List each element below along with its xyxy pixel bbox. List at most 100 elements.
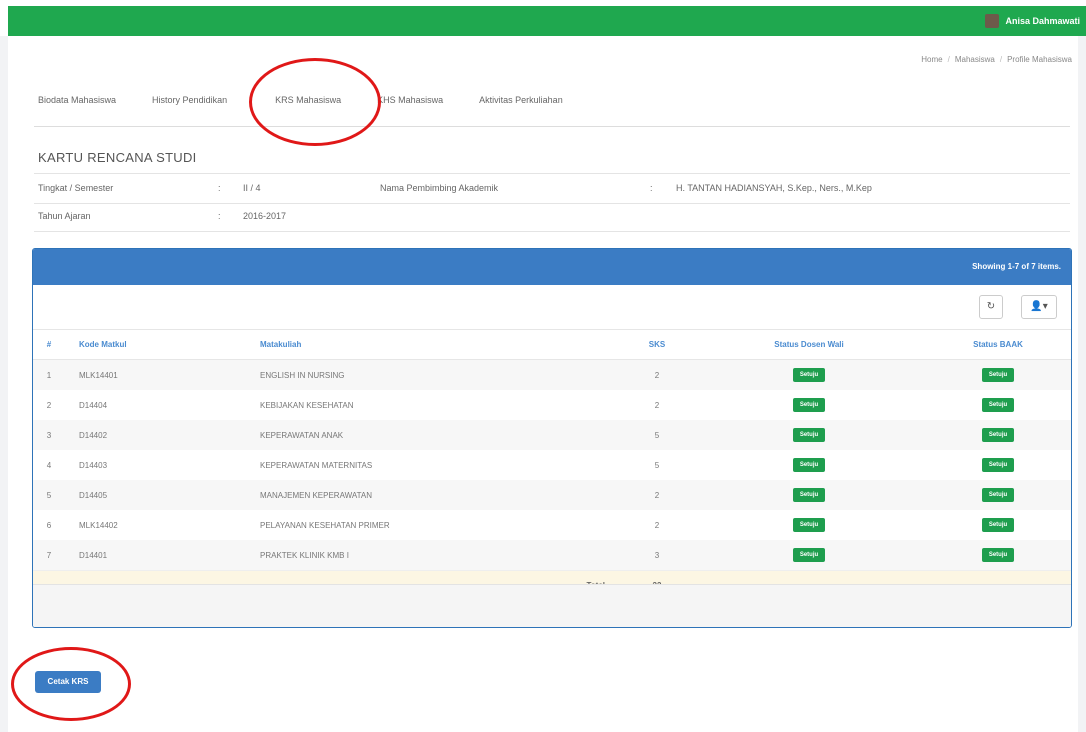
- grid-summary: Showing 1-7 of 7 items.: [972, 262, 1061, 271]
- tab-aktivitas[interactable]: Aktivitas Perkuliahan: [479, 95, 563, 105]
- row-status-wali: Setuju: [693, 510, 925, 540]
- row-no: 5: [33, 480, 65, 510]
- row-matkul: KEBIJAKAN KESEHATAN: [260, 400, 354, 410]
- status-badge: Setuju: [792, 458, 826, 472]
- row-matkul: MANAJEMEN KEPERAWATAN: [250, 480, 621, 510]
- user-name: Anisa Dahmawati: [1005, 16, 1080, 26]
- status-badge: Setuju: [981, 458, 1015, 472]
- tingkat-label: Tingkat / Semester: [38, 183, 114, 193]
- table-row: 2 D14404 KEBIJAKAN KESEHATAN 2 Setuju Setuju: [33, 390, 1071, 420]
- col-no: #: [33, 329, 65, 360]
- pembimbing-sep: :: [650, 183, 653, 193]
- row-sks: 2: [654, 400, 660, 410]
- row-matkul: PRAKTEK KLINIK KMB I: [250, 540, 621, 571]
- tahun-sep: :: [218, 211, 221, 221]
- refresh-button[interactable]: ↻: [979, 295, 1003, 319]
- export-menu-button[interactable]: 👤▾: [1021, 295, 1057, 319]
- krs-table: # Kode Matkul Matakuliah SKS Status Dose…: [33, 329, 1071, 599]
- page-title: KARTU RENCANA STUDI: [38, 150, 197, 165]
- tahun-value: 2016-2017: [243, 211, 287, 221]
- pembimbing-value: H. TANTAN HADIANSYAH, S.Kep., Ners., M.K…: [676, 183, 872, 193]
- row-no: 2: [46, 400, 52, 410]
- right-margin: [1078, 36, 1086, 732]
- status-badge: Setuju: [792, 548, 826, 562]
- avatar: [985, 14, 1000, 28]
- status-badge: Setuju: [981, 548, 1015, 562]
- row-status-baak: Setuju: [925, 359, 1071, 390]
- row-status-baak: Setuju: [925, 390, 1071, 420]
- status-badge: Setuju: [792, 488, 826, 502]
- status-badge: Setuju: [981, 428, 1015, 442]
- row-no: 6: [46, 520, 52, 530]
- row-matkul: KEPERAWATAN MATERNITAS: [260, 460, 373, 470]
- info-divider-2: [34, 231, 1070, 232]
- table-row: 4 D14403 KEPERAWATAN MATERNITAS 5 Setuju Setu…: [33, 450, 1071, 480]
- row-kode: D14403: [79, 460, 108, 470]
- status-badge: Setuju: [792, 518, 826, 532]
- tingkat-value: II / 4: [243, 183, 261, 193]
- pembimbing-label: Nama Pembimbing Akademik: [380, 183, 499, 193]
- row-status-wali: Setuju: [693, 420, 925, 450]
- grid-footer: [33, 584, 1071, 627]
- info-divider-1: [34, 203, 1070, 204]
- row-no: 7: [33, 540, 65, 571]
- table-row: 5 D14405 MANAJEMEN KEPERAWATAN 2 Setuju Setuj…: [33, 480, 1071, 510]
- tab-biodata[interactable]: Biodata Mahasiswa: [38, 95, 116, 105]
- row-sks: 2: [621, 480, 693, 510]
- user-menu[interactable]: Anisa Dahmawati: [985, 14, 1080, 28]
- row-status-wali: Setuju: [693, 390, 925, 420]
- krs-grid-panel: Showing 1-7 of 7 items. ↻ 👤▾ # Kode Matk…: [32, 248, 1072, 628]
- table-row: 3 D14402 KEPERAWATAN ANAK 5 Setuju Setuju: [33, 420, 1071, 450]
- row-status-baak: Setuju: [925, 420, 1071, 450]
- left-margin: [0, 36, 8, 732]
- table-row: 6 MLK14402 PELAYANAN KESEHATAN PRIMER 2 Setu…: [33, 510, 1071, 540]
- highlight-circle-krs-tab: [249, 58, 381, 146]
- refresh-icon: ↻: [986, 301, 996, 312]
- row-kode: MLK14401: [65, 359, 250, 390]
- row-sks: 3: [621, 540, 693, 571]
- row-matkul: ENGLISH IN NURSING: [250, 359, 621, 390]
- row-kode: MLK14402: [79, 520, 118, 530]
- row-matkul: KEPERAWATAN ANAK: [250, 420, 621, 450]
- row-status-wali: Setuju: [693, 359, 925, 390]
- row-kode: D14402: [65, 420, 250, 450]
- grid-header: Showing 1-7 of 7 items.: [33, 249, 1071, 285]
- status-badge: Setuju: [792, 428, 826, 442]
- row-status-baak: Setuju: [925, 450, 1071, 480]
- user-menu-icon: 👤▾: [1030, 301, 1048, 312]
- tab-khs[interactable]: KHS Mahasiswa: [377, 95, 443, 105]
- table-row: 7 D14401 PRAKTEK KLINIK KMB I 3 Setuju Setuju: [33, 540, 1071, 571]
- tab-history[interactable]: History Pendidikan: [152, 95, 227, 105]
- row-sks: 2: [621, 359, 693, 390]
- tingkat-sep: :: [218, 183, 221, 193]
- status-badge: Setuju: [981, 518, 1015, 532]
- highlight-circle-cetak: [11, 647, 131, 721]
- row-matkul: PELAYANAN KESEHATAN PRIMER: [260, 520, 390, 530]
- row-status-wali: Setuju: [693, 540, 925, 571]
- row-status-baak: Setuju: [925, 540, 1071, 571]
- breadcrumb-mahasiswa[interactable]: Mahasiswa: [955, 55, 995, 64]
- row-kode: D14405: [65, 480, 250, 510]
- row-kode: D14404: [79, 400, 108, 410]
- row-kode: D14401: [65, 540, 250, 571]
- col-status-wali[interactable]: Status Dosen Wali: [693, 329, 925, 360]
- col-status-baak[interactable]: Status BAAK: [925, 329, 1071, 360]
- row-no: 1: [33, 359, 65, 390]
- row-sks: 5: [621, 420, 693, 450]
- row-status-wali: Setuju: [693, 450, 925, 480]
- status-badge: Setuju: [792, 398, 826, 412]
- col-sks[interactable]: SKS: [621, 329, 693, 360]
- table-row: 1 MLK14401 ENGLISH IN NURSING 2 Setuju Setuju: [33, 359, 1071, 390]
- row-status-baak: Setuju: [925, 510, 1071, 540]
- tahun-label: Tahun Ajaran: [38, 211, 91, 221]
- col-kode[interactable]: Kode Matkul: [65, 329, 250, 360]
- breadcrumb-profile: Profile Mahasiswa: [1007, 55, 1072, 64]
- row-status-baak: Setuju: [925, 480, 1071, 510]
- status-badge: Setuju: [981, 368, 1015, 382]
- col-matkul[interactable]: Matakuliah: [250, 329, 621, 360]
- breadcrumb-home[interactable]: Home: [921, 55, 942, 64]
- row-no: 3: [33, 420, 65, 450]
- title-divider: [34, 173, 1070, 174]
- row-sks: 2: [654, 520, 660, 530]
- row-no: 4: [46, 460, 52, 470]
